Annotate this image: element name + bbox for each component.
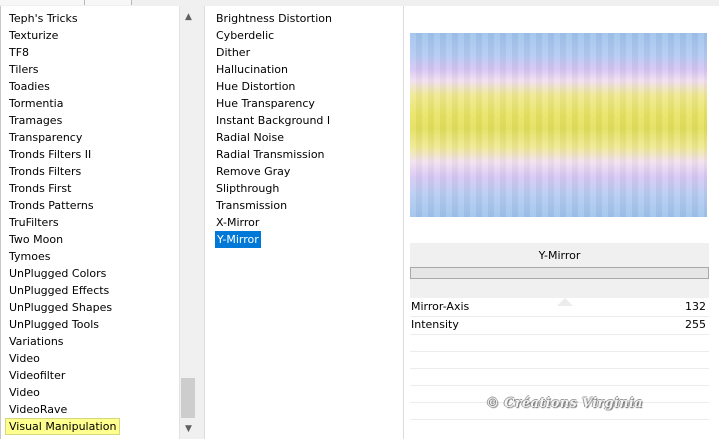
category-item[interactable]: Variations [7,333,66,350]
chevron-up-icon[interactable]: ▲ [183,12,194,23]
category-list[interactable]: Teph's Tricks Texturize TF8 Tilers Toadies To… [0,6,180,439]
category-item[interactable]: Tronds Patterns [7,197,96,214]
category-item[interactable]: Tormentia [7,95,65,112]
category-item[interactable]: Video [7,384,42,401]
param-value: 132 [685,300,706,313]
category-item[interactable]: UnPlugged Effects [7,282,111,299]
param-value: 255 [685,318,706,331]
effect-item[interactable]: Slipthrough [215,180,280,197]
effect-item[interactable]: Cyberdelic [215,27,275,44]
category-item[interactable]: TF8 [7,44,31,61]
divider [410,385,709,386]
effect-item[interactable]: Transmission [215,197,288,214]
category-item[interactable]: Toadies [7,78,52,95]
category-item[interactable]: Two Moon [7,231,65,248]
category-scrollbar[interactable]: ▲ ▼ [179,6,197,439]
watermark-text: © Créations Virginia [486,396,643,411]
tab-right[interactable] [85,0,132,5]
divider [410,419,709,420]
effect-item[interactable]: Remove Gray [215,163,291,180]
param-slider-bar[interactable] [410,267,709,279]
category-item[interactable]: Tramages [7,112,64,129]
param-row-intensity[interactable]: Intensity 255 [410,317,709,333]
category-item-selected[interactable]: Visual Manipulation [5,418,121,435]
category-item[interactable]: Video [7,350,42,367]
tab-left[interactable] [0,0,85,5]
effect-item[interactable]: X-Mirror [215,214,260,231]
params-header: Y-Mirror [410,243,709,298]
effect-item[interactable]: Dither [215,44,251,61]
param-name: Intensity [411,318,459,331]
category-item[interactable]: TruFilters [7,214,61,231]
effect-item[interactable]: Radial Transmission [215,146,326,163]
chevron-down-icon[interactable]: ▼ [183,424,194,435]
category-item[interactable]: Tronds First [7,180,73,197]
divider [410,351,709,352]
category-item[interactable]: Texturize [7,27,60,44]
effect-item[interactable]: Brightness Distortion [215,10,333,27]
filter-name: Y-Mirror [538,249,581,262]
category-item[interactable]: Tronds Filters II [7,146,93,163]
preview-image [410,33,707,217]
category-item[interactable]: UnPlugged Tools [7,316,101,333]
filter-panel: Y-Mirror Mirror-Axis 132 Intensity 255 ©… [404,6,719,439]
effect-item[interactable]: Radial Noise [215,129,285,146]
effect-item-selected[interactable]: Y-Mirror [215,231,261,248]
category-item[interactable]: Tronds Filters [7,163,83,180]
effect-item[interactable]: Hue Distortion [215,78,296,95]
effect-item[interactable]: Instant Background I [215,112,331,129]
category-item[interactable]: VideoRave [7,401,69,418]
divider [410,334,709,335]
param-row-mirror-axis[interactable]: Mirror-Axis 132 [410,299,709,315]
category-item[interactable]: UnPlugged Colors [7,265,108,282]
param-name: Mirror-Axis [411,300,470,313]
effect-item[interactable]: Hallucination [215,61,289,78]
effect-list[interactable]: Brightness Distortion Cyberdelic Dither Hal… [204,6,404,439]
divider [410,368,709,369]
effect-item[interactable]: Hue Transparency [215,95,316,112]
category-item[interactable]: Tymoes [7,248,52,265]
category-item[interactable]: Transparency [7,129,84,146]
scroll-thumb[interactable] [181,378,195,418]
category-item[interactable]: UnPlugged Shapes [7,299,114,316]
category-item[interactable]: Tilers [7,61,41,78]
category-item[interactable]: Videofilter [7,367,67,384]
category-item[interactable]: Teph's Tricks [7,10,80,27]
